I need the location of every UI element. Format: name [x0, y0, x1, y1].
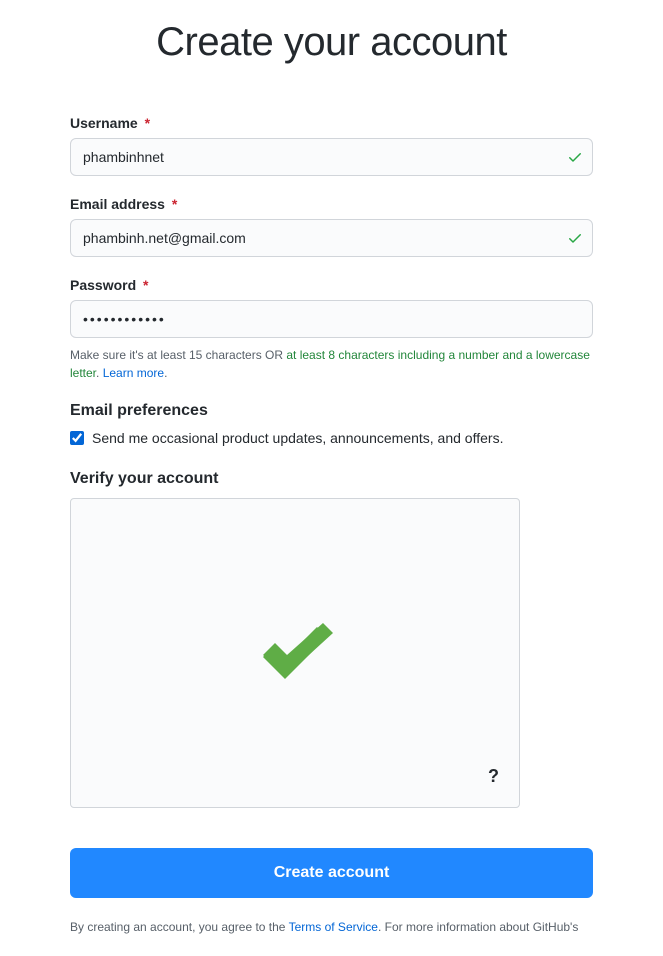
password-hint-period: .: [96, 366, 103, 380]
page-title: Create your account: [70, 20, 593, 65]
create-account-button[interactable]: Create account: [70, 848, 593, 898]
password-hint-suffix: .: [164, 366, 167, 380]
password-hint: Make sure it's at least 15 characters OR…: [70, 346, 593, 382]
legal-prefix: By creating an account, you agree to the: [70, 920, 289, 934]
username-label: Username *: [70, 115, 593, 131]
verify-captcha-box: ?: [70, 498, 520, 808]
legal-suffix: . For more information about GitHub's: [378, 920, 578, 934]
legal-text: By creating an account, you agree to the…: [70, 918, 593, 936]
password-input-wrapper: [70, 300, 593, 338]
password-label: Password *: [70, 277, 593, 293]
checkmark-icon: [567, 149, 583, 165]
email-input-wrapper: [70, 219, 593, 257]
checkmark-icon: [567, 230, 583, 246]
checkmark-icon: [255, 623, 335, 683]
password-label-text: Password: [70, 277, 136, 293]
email-prefs-checkbox[interactable]: [70, 431, 84, 445]
required-asterisk: *: [143, 277, 148, 293]
username-label-text: Username: [70, 115, 138, 131]
username-group: Username *: [70, 115, 593, 176]
required-asterisk: *: [145, 115, 150, 131]
email-prefs-row: Send me occasional product updates, anno…: [70, 430, 593, 446]
required-asterisk: *: [172, 196, 177, 212]
learn-more-link[interactable]: Learn more: [103, 366, 164, 380]
email-input[interactable]: [70, 219, 593, 257]
password-group: Password * Make sure it's at least 15 ch…: [70, 277, 593, 382]
email-label-text: Email address: [70, 196, 165, 212]
username-input-wrapper: [70, 138, 593, 176]
password-hint-prefix: Make sure it's at least 15 characters OR: [70, 348, 286, 362]
password-input[interactable]: [70, 300, 593, 338]
terms-of-service-link[interactable]: Terms of Service: [289, 920, 378, 934]
email-label: Email address *: [70, 196, 593, 212]
email-group: Email address *: [70, 196, 593, 257]
username-input[interactable]: [70, 138, 593, 176]
email-prefs-checkbox-label: Send me occasional product updates, anno…: [92, 430, 503, 446]
help-icon[interactable]: ?: [488, 766, 499, 787]
email-prefs-heading: Email preferences: [70, 402, 593, 420]
verify-heading: Verify your account: [70, 470, 593, 488]
